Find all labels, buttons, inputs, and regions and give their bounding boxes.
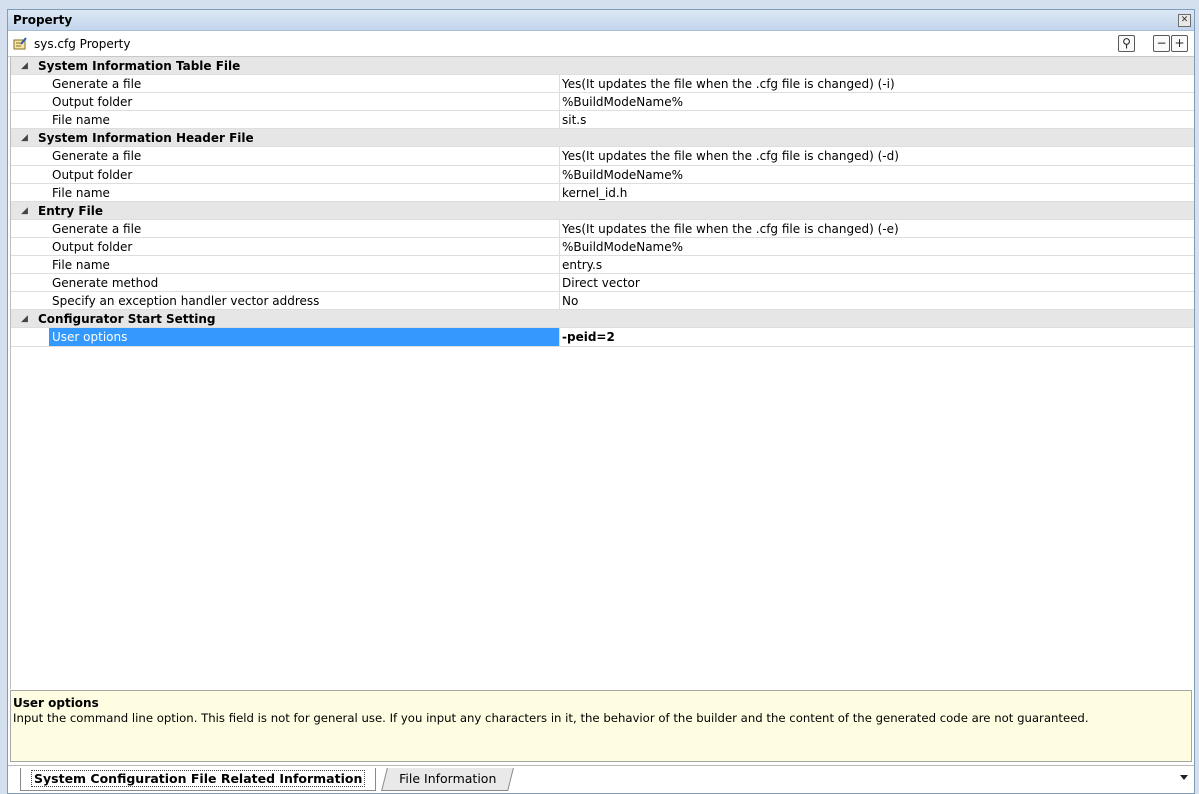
column-divider [559, 237, 560, 256]
property-row[interactable]: Generate a file Yes(It updates the file w… [11, 75, 1194, 94]
column-divider [559, 111, 560, 130]
property-row[interactable]: Generate a file Yes(It updates the file w… [11, 147, 1194, 166]
property-value[interactable]: sit.s [562, 111, 586, 129]
column-divider [559, 256, 560, 275]
category-row[interactable]: ◢ System Information Header File [11, 129, 1194, 148]
property-name: Output folder [52, 167, 133, 182]
property-name: User options [49, 328, 559, 347]
property-name: Output folder [52, 239, 133, 254]
title-bar: Property ✕ [8, 10, 1194, 31]
property-row[interactable]: Specify an exception handler vector addr… [11, 292, 1194, 311]
search-button[interactable]: ⚲ [1118, 35, 1135, 52]
category-label: System Information Table File [38, 59, 241, 73]
property-name: File name [52, 185, 110, 200]
property-value[interactable]: -peid=2 [562, 328, 615, 346]
category-row[interactable]: ◢ Configurator Start Setting [11, 310, 1194, 329]
category-label: Entry File [38, 203, 103, 218]
category-row[interactable]: ◢ Entry File [11, 201, 1194, 220]
property-name: File name [52, 258, 110, 273]
property-value[interactable]: entry.s [562, 256, 602, 274]
property-row[interactable]: Output folder %BuildModeName% [11, 237, 1194, 257]
column-divider [559, 183, 560, 202]
column-divider [559, 165, 560, 184]
property-value[interactable]: %BuildModeName% [562, 93, 683, 111]
column-divider [559, 274, 560, 293]
tab-bar: System Configuration File Related Inform… [8, 765, 1194, 793]
property-row[interactable]: Generate a file Yes(It updates the file w… [11, 219, 1194, 238]
property-row[interactable]: File name kernel_id.h [11, 183, 1194, 202]
property-sheet-icon [13, 37, 27, 50]
property-name: Specify an exception handler vector addr… [52, 294, 320, 309]
property-value[interactable]: %BuildModeName% [562, 166, 683, 184]
property-row[interactable]: User options -peid=2 [11, 328, 1194, 347]
property-name: Generate a file [52, 149, 142, 164]
property-name: Generate a file [52, 221, 142, 236]
property-row[interactable]: File name sit.s [11, 111, 1194, 130]
plus-icon: + [1174, 36, 1185, 50]
toolbar-caption: sys.cfg Property [34, 37, 131, 51]
minus-icon: − [1156, 36, 1167, 50]
property-name: Output folder [52, 95, 133, 110]
search-icon: ⚲ [1122, 36, 1131, 50]
property-row[interactable]: File name entry.s [11, 256, 1194, 275]
category-row[interactable]: ◢ System Information Table File [11, 57, 1194, 76]
expand-all-button[interactable]: + [1171, 35, 1188, 52]
collapse-all-button[interactable]: − [1153, 35, 1170, 52]
collapse-triangle-icon[interactable]: ◢ [21, 57, 28, 75]
property-name: Generate method [52, 276, 159, 291]
property-grid: ◢ System Information Table File Generate a… [10, 57, 1194, 689]
property-value[interactable]: Yes(It updates the file when the .cfg fi… [562, 147, 899, 165]
property-toolbar: sys.cfg Property ⚲ − + [8, 31, 1194, 57]
property-value[interactable]: Direct vector [562, 274, 640, 292]
column-divider [559, 292, 560, 311]
panel-title: Property [13, 13, 73, 27]
tab-system-configuration[interactable]: System Configuration File Related Inform… [20, 768, 377, 791]
tab-file-information[interactable]: File Information [381, 768, 515, 791]
property-value[interactable]: Yes(It updates the file when the .cfg fi… [562, 75, 895, 93]
property-row[interactable]: Output folder %BuildModeName% [11, 93, 1194, 112]
column-divider [559, 93, 560, 112]
tab-label: File Information [399, 771, 497, 786]
property-name: File name [52, 113, 110, 128]
collapse-triangle-icon[interactable]: ◢ [21, 129, 28, 147]
category-label: System Information Header File [38, 131, 254, 146]
column-divider [559, 75, 560, 94]
description-pane: User options Input the command line opti… [10, 690, 1192, 762]
property-row[interactable]: Output folder %BuildModeName% [11, 165, 1194, 184]
chevron-down-icon[interactable] [1180, 775, 1188, 780]
description-title: User options [13, 696, 99, 710]
property-value[interactable]: %BuildModeName% [562, 238, 683, 256]
property-value[interactable]: No [562, 292, 578, 310]
property-value[interactable]: kernel_id.h [562, 184, 627, 202]
property-panel: Property ✕ sys.cfg Property ⚲ − + ◢ Syste… [7, 9, 1195, 794]
collapse-triangle-icon[interactable]: ◢ [21, 310, 28, 328]
collapse-triangle-icon[interactable]: ◢ [21, 202, 28, 220]
column-divider [559, 147, 560, 166]
property-name: Generate a file [52, 77, 142, 92]
close-icon[interactable]: ✕ [1178, 14, 1191, 27]
description-text: Input the command line option. This fiel… [13, 711, 1089, 725]
category-label: Configurator Start Setting [38, 312, 216, 327]
column-divider [559, 328, 560, 347]
column-divider [559, 219, 560, 238]
property-value[interactable]: Yes(It updates the file when the .cfg fi… [562, 220, 899, 238]
property-row[interactable]: Generate method Direct vector [11, 274, 1194, 293]
tab-label: System Configuration File Related Inform… [31, 770, 366, 787]
